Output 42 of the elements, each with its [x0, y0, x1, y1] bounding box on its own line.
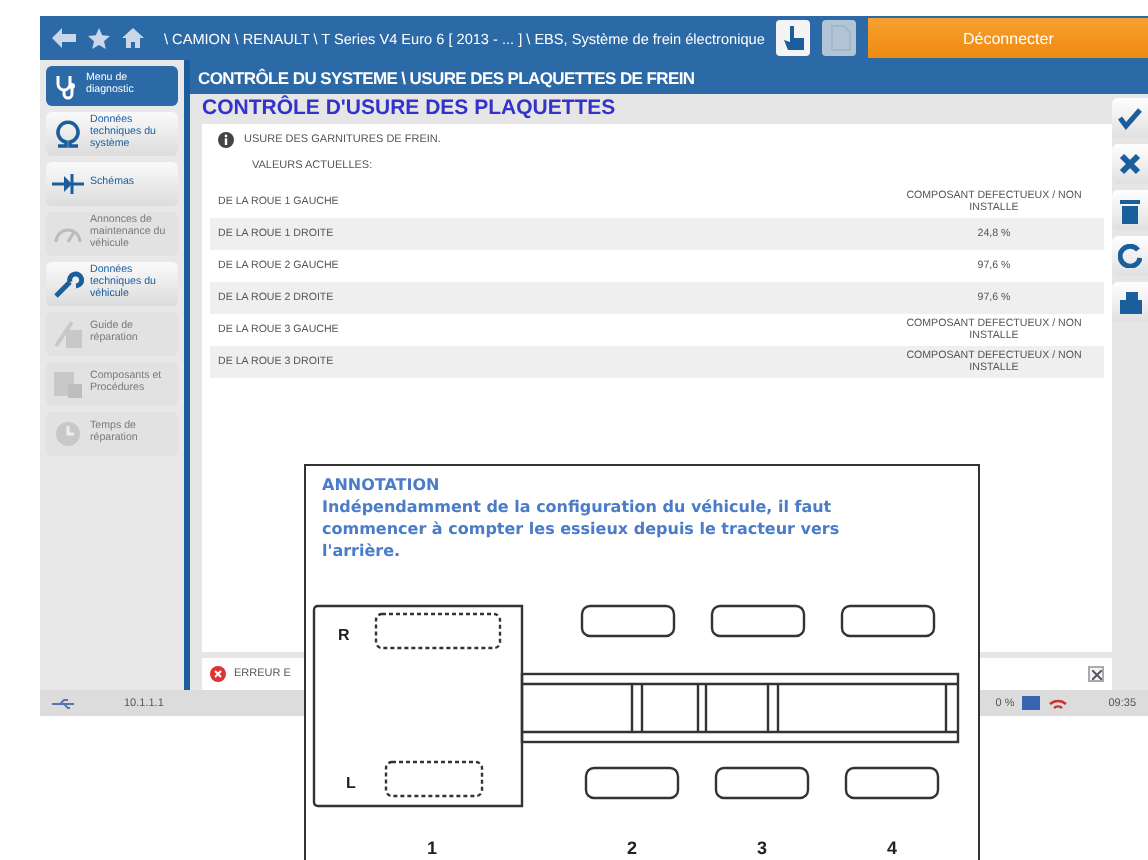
- toolbar-button[interactable]: [1112, 190, 1148, 230]
- star-icon[interactable]: [88, 27, 110, 49]
- usb-icon: [52, 697, 76, 709]
- close-button[interactable]: [1088, 666, 1104, 682]
- axle-number: 4: [887, 838, 897, 858]
- close-icon: [1118, 152, 1142, 176]
- home-icon[interactable]: [122, 28, 144, 48]
- axle-number: 2: [627, 838, 637, 858]
- error-icon: [210, 666, 226, 682]
- close-icon: [1091, 669, 1101, 679]
- logout-button[interactable]: Déconnecter: [868, 18, 1148, 58]
- toolbar-button[interactable]: [1112, 282, 1148, 322]
- back-arrow-icon[interactable]: [52, 28, 76, 48]
- gauge-icon: [52, 224, 84, 244]
- diode-icon: [52, 172, 84, 196]
- toolbar-button[interactable]: [1112, 144, 1148, 184]
- info-icon: [218, 132, 234, 148]
- document-icon: [52, 368, 84, 400]
- toolbar-button[interactable]: [1112, 98, 1148, 138]
- printer-icon: [1117, 289, 1143, 315]
- side-label: R: [338, 626, 350, 644]
- axle-number: 1: [427, 838, 437, 858]
- signal-icon: [1048, 695, 1069, 711]
- tool-button[interactable]: [776, 20, 811, 56]
- page-title: CONTRÔLE D'USURE DES PLAQUETTES: [202, 94, 618, 124]
- monitor-icon: [1022, 696, 1041, 710]
- annotation-title: ANNOTATION: [322, 476, 440, 494]
- document-icon: [827, 24, 852, 52]
- check-icon: [1118, 106, 1142, 130]
- trash-icon: [1118, 197, 1142, 223]
- section-header: CONTRÔLE DU SYSTEME \ USURE DES PLAQUETTES DE FREIN: [190, 60, 1148, 94]
- hand-pointer-icon: [781, 24, 806, 52]
- omega-icon: [52, 118, 84, 150]
- side-label: L: [346, 774, 356, 792]
- annotation-text: Indépendamment de la configuration du véhicule, il faut commencer à compter les essieux depuis le tracteur vers l'arrière.: [322, 496, 842, 562]
- refresh-icon: [1118, 244, 1142, 268]
- tools-icon: [52, 318, 84, 350]
- clock-icon: [52, 418, 84, 450]
- toolbar-button[interactable]: [1112, 236, 1148, 276]
- axle-number: 3: [757, 838, 767, 858]
- wrench-icon: [52, 268, 84, 300]
- stethoscope-icon: [52, 72, 80, 100]
